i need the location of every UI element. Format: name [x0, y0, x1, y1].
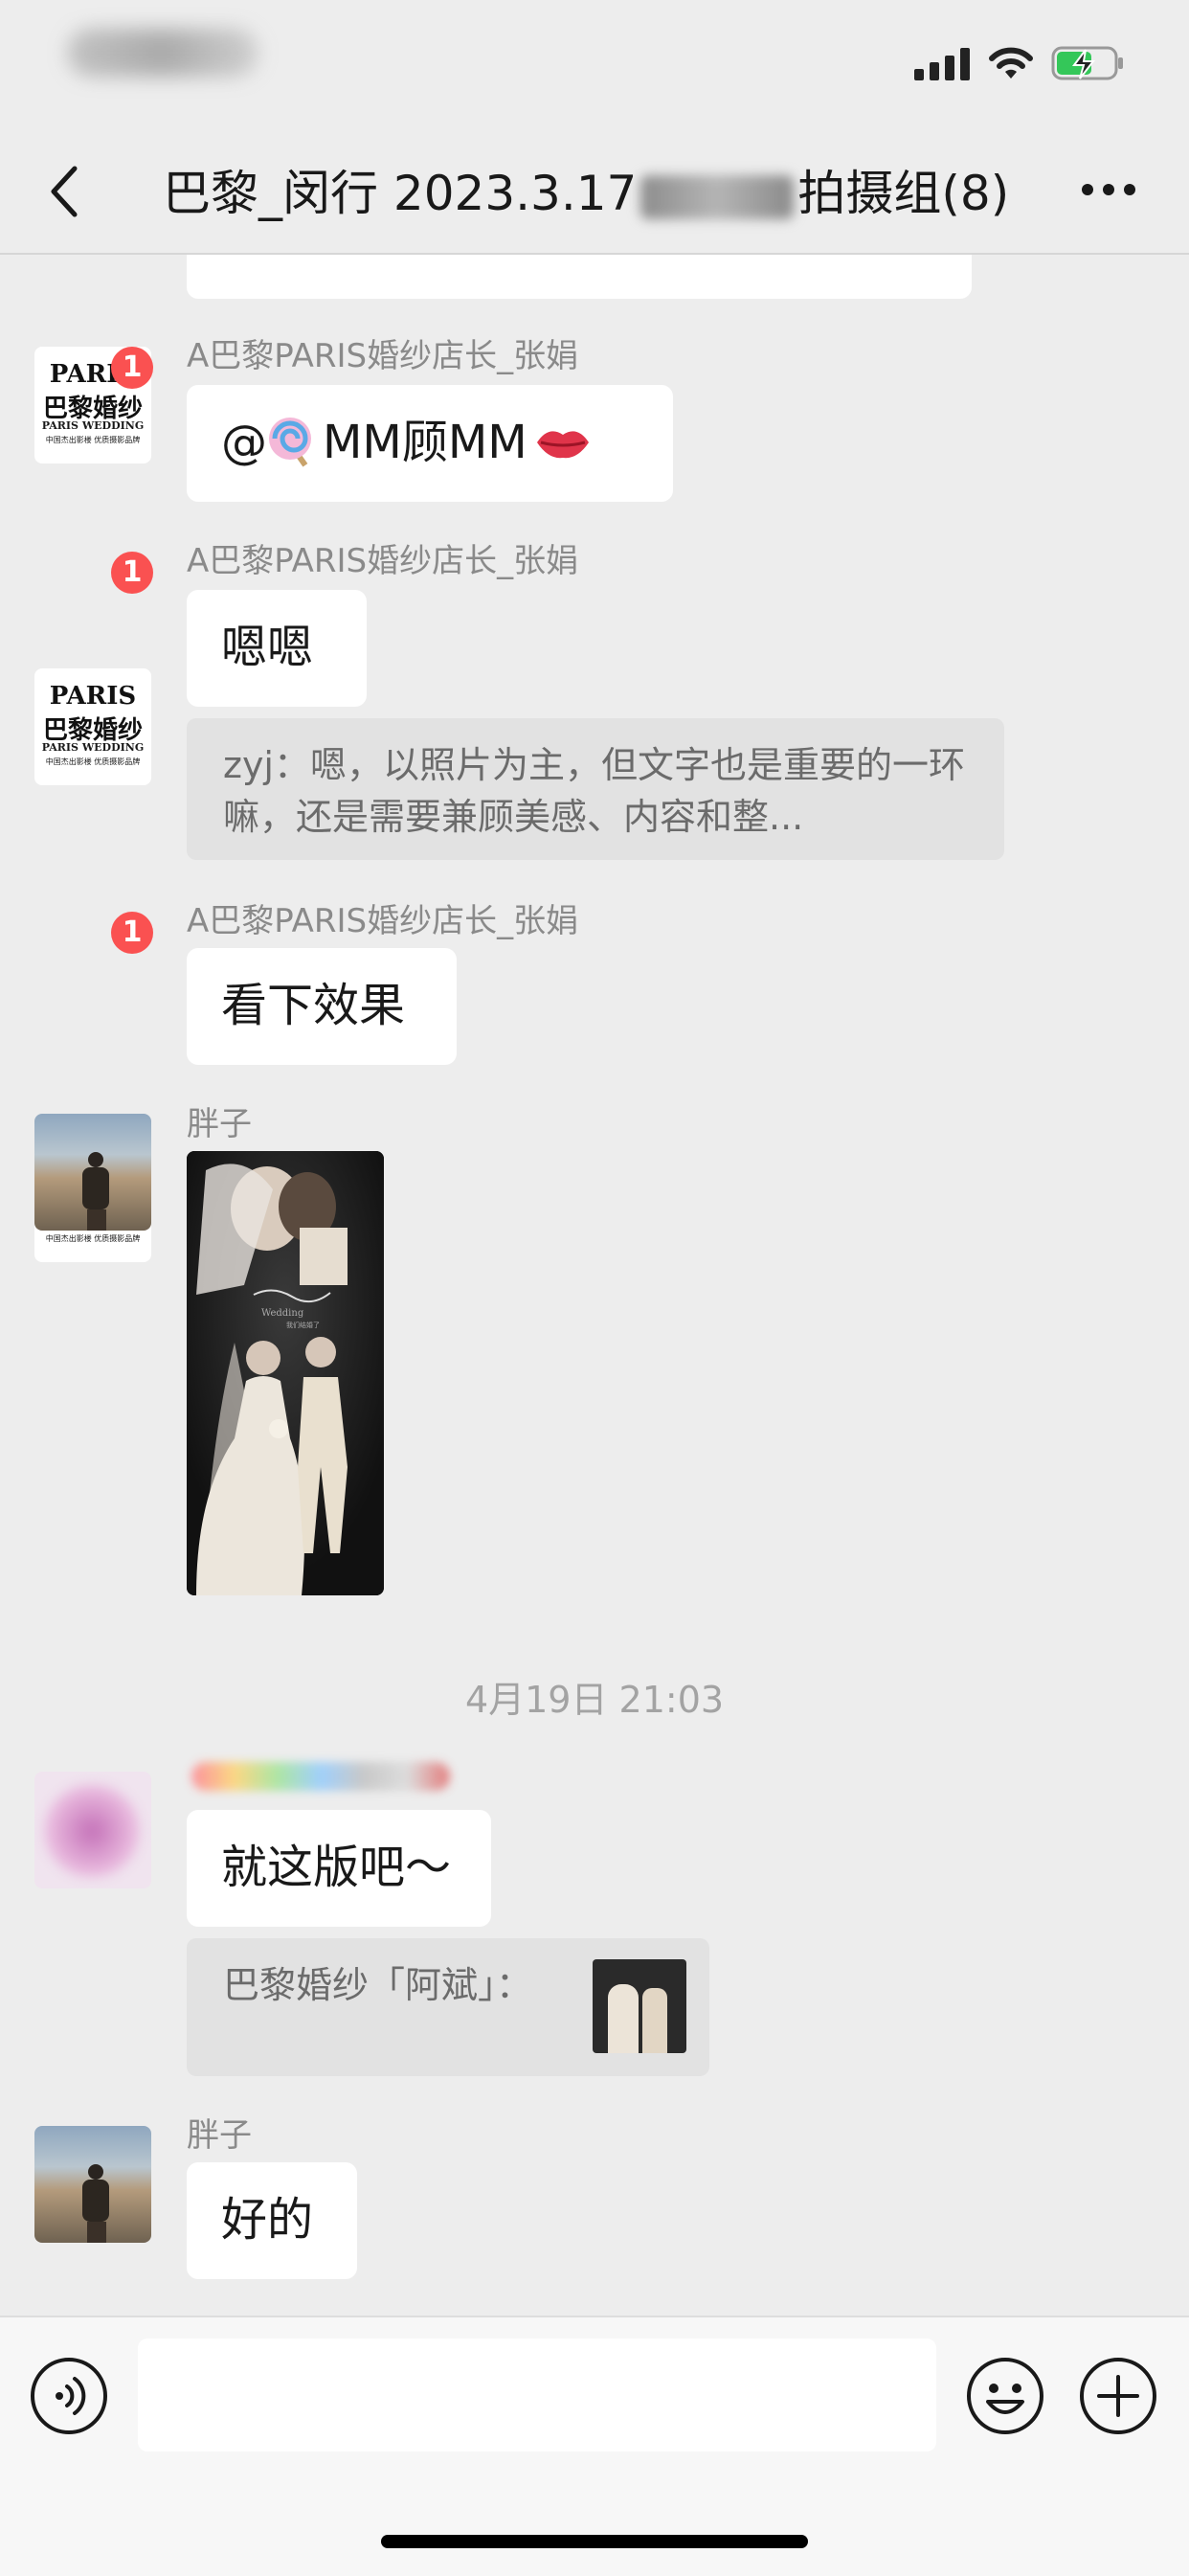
message-text: 好的 — [221, 2193, 314, 2247]
quoted-thumbnail[interactable] — [593, 1959, 686, 2053]
message-bubble[interactable]: @ MM顾MM — [187, 385, 673, 502]
message-bubble[interactable]: 看下效果 — [187, 948, 457, 1065]
timestamp: 4月19日 21:03 — [464, 1679, 725, 1721]
photo-script: Wedding — [261, 1308, 304, 1319]
avatar[interactable] — [34, 2126, 151, 2243]
home-indicator — [381, 2535, 808, 2548]
sender-name: A巴黎PARIS婚纱店长_张娟 — [187, 902, 579, 940]
avatar-figure-body — [82, 1167, 109, 1209]
sender-name: A巴黎PARIS婚纱店长_张娟 — [187, 337, 579, 375]
add-icon[interactable] — [1078, 2356, 1158, 2436]
carrier-time-blurred — [67, 29, 258, 77]
avatar-figure-legs — [87, 1209, 106, 1231]
chat-title: 巴黎_闵行 2023.3.17 拍摄组(8) — [163, 163, 1024, 224]
photo-caption: 我们结婚了 — [286, 1321, 320, 1329]
sender-name: A巴黎PARIS婚纱店长_张娟 — [187, 542, 579, 580]
logo-tagline: 中国杰出影楼 优质摄影品牌 — [45, 757, 141, 766]
message-text: 看下效果 — [221, 979, 406, 1032]
unread-badge: 1 — [111, 347, 153, 389]
emoji-icon[interactable] — [965, 2356, 1045, 2436]
quoted-message[interactable]: zyj：嗯，以照片为主，但文字也是重要的一环嘛，还是需要兼顾美感、内容和整... — [187, 718, 1004, 860]
logo-tagline: 中国杰出影楼 优质摄影品牌 — [45, 1234, 141, 1243]
logo-tagline: 中国杰出影楼 优质摄影品牌 — [45, 436, 141, 444]
quote-text: zyj：嗯，以照片为主，但文字也是重要的一环嘛，还是需要兼顾美感、内容和整... — [223, 744, 965, 838]
quoted-message[interactable]: 巴黎婚纱「阿斌」： — [187, 1938, 709, 2076]
wifi-icon — [989, 47, 1033, 79]
avatar-figure-head — [88, 2164, 103, 2180]
thumb-bride — [608, 1984, 639, 2053]
lollipop-emoji-icon — [269, 418, 311, 467]
avatar[interactable] — [34, 1114, 151, 1231]
quote-text: 巴黎婚纱「阿斌」： — [223, 1964, 533, 2006]
previous-message-bubble — [187, 255, 972, 299]
sender-name: 胖子 — [187, 2116, 252, 2155]
voice-icon[interactable] — [29, 2356, 109, 2436]
logo-subtitle: PARIS WEDDING — [41, 419, 145, 432]
unread-badge: 1 — [111, 552, 153, 594]
message-text: MM顾MM — [323, 416, 527, 469]
message-bubble[interactable]: 嗯嗯 — [187, 590, 367, 707]
more-icon[interactable] — [1080, 182, 1137, 197]
logo-subtitle: PARIS WEDDING — [41, 741, 145, 754]
blurred-title-segment — [640, 174, 795, 219]
mention-at: @ — [221, 416, 267, 469]
blurred-sender-name — [191, 1762, 450, 1791]
sender-name: 胖子 — [187, 1105, 252, 1143]
kiss-lips-emoji-icon — [536, 431, 589, 459]
message-text: 就这版吧～ — [221, 1841, 452, 1894]
chat-title-right: 拍摄组(8) — [797, 166, 1010, 221]
avatar-figure-body — [82, 2180, 109, 2222]
battery-icon — [1051, 46, 1123, 80]
message-text: 嗯嗯 — [221, 621, 314, 674]
wedding-photo[interactable]: Wedding 我们结婚了 — [187, 1151, 384, 1595]
message-bubble[interactable]: 就这版吧～ — [187, 1810, 491, 1927]
avatar[interactable] — [34, 1772, 151, 1888]
logo-text: PARIS — [49, 682, 137, 711]
avatar-blur — [44, 1785, 140, 1877]
signal-icon — [914, 48, 970, 80]
avatar[interactable]: PARIS 巴黎婚纱 PARIS WEDDING 中国杰出影楼 优质摄影品牌 — [34, 668, 151, 785]
wedding-photo-art: Wedding 我们结婚了 — [187, 1151, 384, 1595]
unread-badge: 1 — [111, 912, 153, 954]
thumb-groom — [642, 1988, 667, 2053]
avatar-figure-legs — [87, 2222, 106, 2243]
message-bubble[interactable]: 好的 — [187, 2162, 357, 2279]
chat-title-left: 巴黎_闵行 2023.3.17 — [163, 166, 638, 221]
message-input[interactable] — [138, 2339, 936, 2452]
avatar-figure-head — [88, 1152, 103, 1167]
chevron-left-icon[interactable] — [46, 163, 84, 220]
